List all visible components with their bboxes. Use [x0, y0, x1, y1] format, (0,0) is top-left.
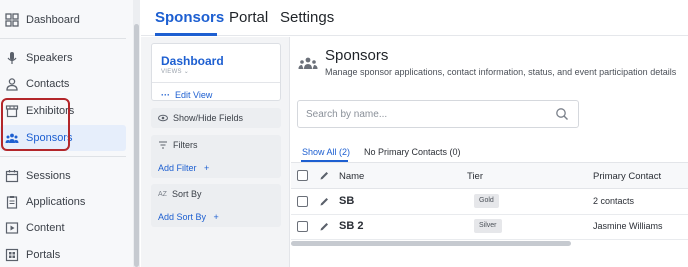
sidebar-item-label: Contacts — [26, 78, 70, 90]
sidebar-item-label: Dashboard — [26, 14, 80, 26]
column-header-tier[interactable]: Tier — [467, 171, 483, 182]
sidebar-item-label: Applications — [26, 196, 86, 208]
sidebar: Dashboard Speakers Contacts Exhibitors S… — [0, 0, 140, 267]
table-row[interactable]: SB Gold 2 contacts — [291, 189, 688, 215]
sponsor-name[interactable]: SB — [339, 195, 354, 207]
sidebar-item-applications[interactable]: Applications — [0, 189, 126, 215]
tab-sponsors[interactable]: Sponsors — [155, 9, 224, 26]
select-all-checkbox[interactable] — [297, 170, 308, 181]
sort-card: AZ Sort By Add Sort By + — [151, 184, 281, 227]
play-icon — [5, 221, 19, 235]
active-tab-indicator — [155, 33, 217, 36]
clipboard-icon — [5, 195, 19, 209]
divider — [152, 82, 280, 83]
table-header: Name Tier Primary Contact — [291, 163, 688, 189]
microphone-icon — [5, 51, 19, 65]
column-header-name[interactable]: Name — [339, 171, 364, 182]
sidebar-item-portals[interactable]: Portals — [0, 242, 126, 267]
sidebar-item-label: Sessions — [26, 170, 71, 182]
filters-label: Filters — [173, 140, 198, 150]
plus-icon: + — [203, 163, 210, 173]
primary-contact: 2 contacts — [593, 196, 635, 206]
edit-view-label: Edit View — [175, 90, 213, 100]
add-sort-label: Add Sort By — [158, 212, 207, 222]
sidebar-divider — [0, 38, 126, 39]
more-dots-icon: ··· — [161, 90, 170, 100]
table-horizontal-scrollbar[interactable] — [291, 241, 571, 246]
group-icon — [298, 57, 318, 69]
view-selector-card[interactable]: Dashboard VIEWS ⌄ ··· Edit View — [151, 43, 281, 101]
search-input[interactable]: Search by name... — [297, 100, 579, 128]
calendar-icon — [5, 169, 19, 183]
table-row[interactable]: SB 2 Silver Jasmine Williams — [291, 214, 688, 240]
sidebar-item-speakers[interactable]: Speakers — [0, 45, 126, 71]
sort-az-icon: AZ — [158, 190, 167, 198]
sidebar-item-contacts[interactable]: Contacts — [0, 71, 126, 97]
search-icon[interactable] — [555, 107, 569, 121]
tab-show-all[interactable]: Show All (2) — [302, 147, 350, 157]
tab-portal[interactable]: Portal — [229, 9, 268, 26]
eye-icon — [158, 114, 168, 122]
search-placeholder: Search by name... — [306, 109, 388, 120]
sidebar-item-label: Speakers — [26, 52, 73, 64]
tab-no-primary-contacts[interactable]: No Primary Contacts (0) — [364, 147, 461, 157]
views-dropdown[interactable]: VIEWS ⌄ — [161, 68, 189, 75]
edit-icon[interactable] — [319, 221, 330, 232]
add-filter-label: Add Filter — [158, 163, 197, 173]
annotation-highlight — [1, 98, 70, 151]
sort-by-label: Sort By — [171, 189, 202, 199]
add-filter-button[interactable]: Add Filter + — [158, 158, 274, 176]
portal-icon — [5, 248, 19, 262]
pencil-icon — [320, 172, 328, 180]
tier-badge: Silver — [474, 219, 502, 233]
person-icon — [5, 77, 19, 91]
sidebar-item-dashboard[interactable]: Dashboard — [0, 7, 126, 33]
column-header-primary-contact[interactable]: Primary Contact — [593, 171, 661, 182]
app: Dashboard Speakers Contacts Exhibitors S… — [0, 0, 688, 267]
tier-badge: Gold — [474, 194, 499, 208]
tab-settings[interactable]: Settings — [280, 9, 334, 26]
filters-card: Filters Add Filter + — [151, 135, 281, 178]
edit-view-button[interactable]: ··· Edit View — [161, 90, 212, 100]
filter-icon — [159, 141, 167, 149]
view-panel: Dashboard VIEWS ⌄ ··· Edit View Show/Hid… — [141, 37, 290, 267]
plus-icon: + — [213, 212, 219, 222]
dashboard-icon — [5, 13, 19, 27]
add-sort-button[interactable]: Add Sort By + — [158, 207, 274, 225]
sponsor-name[interactable]: SB 2 — [339, 220, 363, 232]
row-checkbox[interactable] — [297, 221, 308, 232]
sidebar-item-content[interactable]: Content — [0, 215, 126, 241]
page-title: Sponsors — [325, 47, 389, 64]
show-hide-label: Show/Hide Fields — [173, 113, 244, 123]
show-hide-fields-button[interactable]: Show/Hide Fields — [151, 108, 281, 128]
page-description: Manage sponsor applications, contact inf… — [325, 67, 677, 77]
sidebar-divider — [0, 156, 126, 157]
sidebar-item-sessions[interactable]: Sessions — [0, 163, 126, 189]
sidebar-item-label: Content — [26, 222, 65, 234]
sidebar-scrollbar-thumb[interactable] — [134, 24, 139, 267]
edit-icon[interactable] — [319, 196, 330, 207]
primary-contact: Jasmine Williams — [593, 221, 663, 231]
sidebar-item-label: Portals — [26, 249, 61, 261]
row-checkbox[interactable] — [297, 196, 308, 207]
view-title[interactable]: Dashboard — [161, 54, 224, 68]
